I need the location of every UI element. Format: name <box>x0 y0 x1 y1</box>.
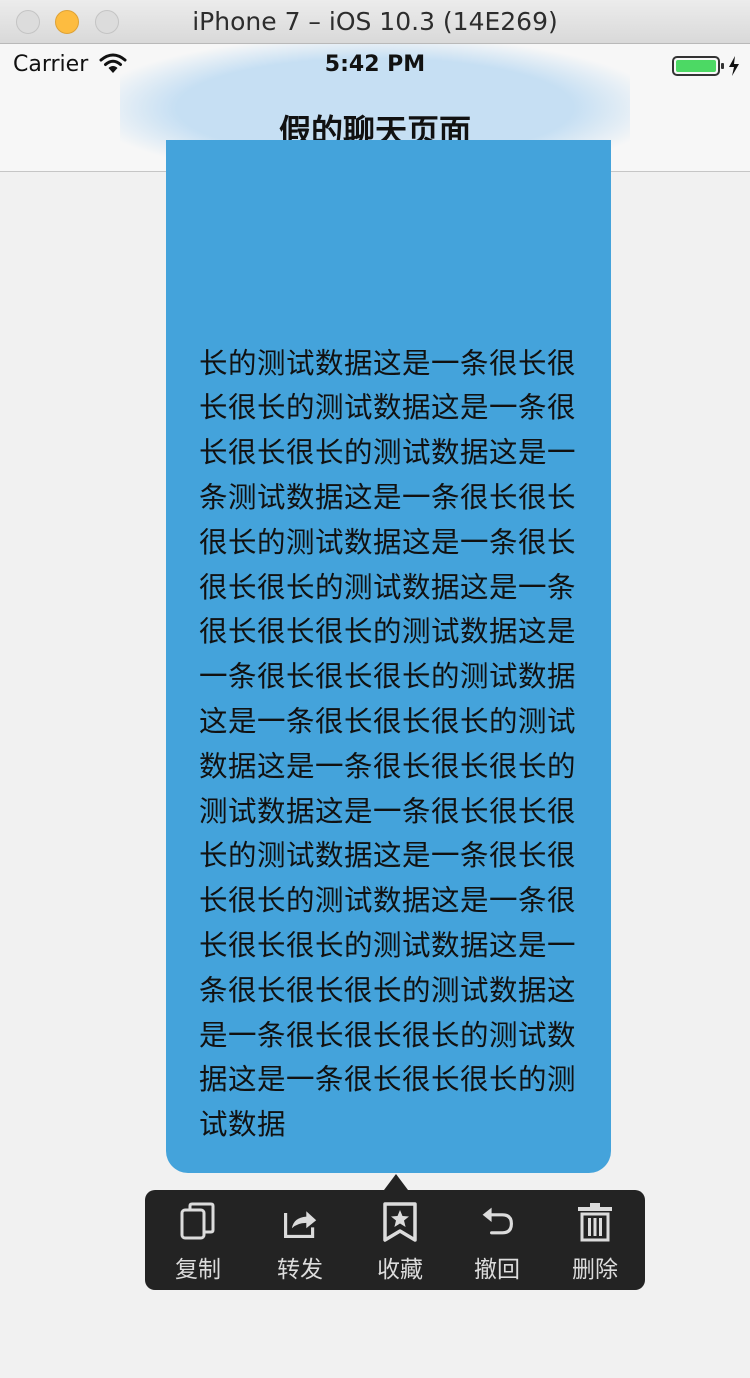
message-action-menu: 复制 转发 收藏 撤回 删除 <box>145 1190 645 1290</box>
trash-icon <box>578 1203 612 1242</box>
copy-icon <box>180 1202 215 1240</box>
menu-item-recall[interactable]: 撤回 <box>447 1190 547 1290</box>
bookmark-icon <box>383 1202 417 1242</box>
menu-label: 转发 <box>277 1257 323 1283</box>
chat-message-text: 长的测试数据这是一条很长很长很长的测试数据这是一条很长很长很长的测试数据这是一条… <box>199 346 577 1142</box>
menu-item-delete[interactable]: 删除 <box>545 1190 645 1290</box>
simulator-title-bar: iPhone 7 – iOS 10.3 (14E269) <box>0 0 750 44</box>
menu-label: 收藏 <box>377 1257 423 1283</box>
menu-label: 删除 <box>572 1257 618 1283</box>
menu-label: 撤回 <box>474 1257 520 1283</box>
menu-item-forward[interactable]: 转发 <box>250 1190 350 1290</box>
menu-item-favorite[interactable]: 收藏 <box>350 1190 450 1290</box>
window-title: iPhone 7 – iOS 10.3 (14E269) <box>192 7 558 36</box>
status-time: 5:42 PM <box>324 52 426 77</box>
menu-arrow <box>384 1174 408 1190</box>
menu-label: 复制 <box>175 1257 221 1283</box>
menu-item-copy[interactable]: 复制 <box>148 1190 248 1290</box>
battery-icon <box>672 56 739 76</box>
undo-icon <box>482 1207 513 1235</box>
share-icon <box>284 1211 317 1238</box>
chat-bubble[interactable]: 长的测试数据这是一条很长很长很长的测试数据这是一条很长很长很长的测试数据这是一条… <box>166 140 611 1173</box>
